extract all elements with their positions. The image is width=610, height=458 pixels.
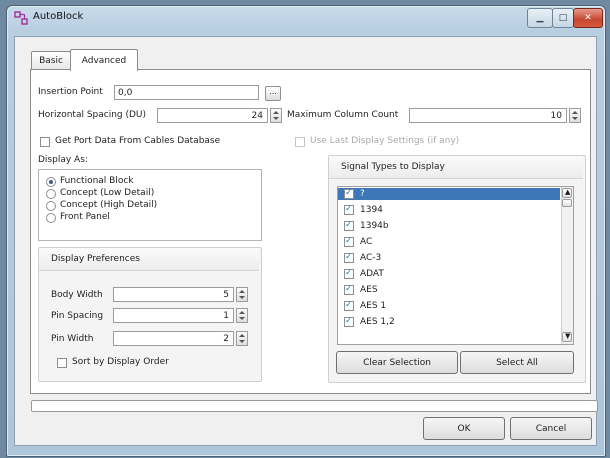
minimize-button[interactable]: ▁ [527,8,553,28]
pin-spacing-spinner[interactable] [236,308,248,323]
signal-type-label: AC [360,237,373,247]
pin-width-label: Pin Width [51,334,94,344]
option-front-panel: Front Panel [60,212,110,222]
sort-by-order-checkbox[interactable] [57,358,67,368]
radio-functional-block[interactable] [46,177,56,187]
signal-type-checkbox[interactable] [344,203,354,215]
signal-type-item[interactable]: 1394 [338,203,560,216]
insertion-point-browse-button[interactable]: ... [265,86,281,101]
pin-width-input[interactable]: 2 [113,331,234,346]
tab-basic[interactable]: Basic [31,51,71,70]
autoblock-app-icon [14,11,28,25]
title-bar[interactable] [6,5,604,29]
scroll-thumb[interactable] [562,199,572,207]
max-column-count-spinner[interactable] [569,108,581,123]
minimize-icon: ▁ [536,13,544,23]
scroll-up-button[interactable]: ▲ [562,188,572,198]
signal-type-checkbox[interactable] [344,219,354,231]
pin-width-spinner[interactable] [236,331,248,346]
sort-by-order-label: Sort by Display Order [72,357,169,367]
horizontal-spacing-spinner[interactable] [270,108,282,123]
max-column-count-label: Maximum Column Count [287,110,399,120]
signal-type-checkbox[interactable] [344,299,354,311]
signal-types-title: Signal Types to Display [341,162,445,172]
signal-type-checkbox[interactable] [344,187,354,199]
signal-list-scrollbar[interactable]: ▲ ▼ [561,187,573,344]
option-functional-block: Functional Block [60,176,134,186]
chevron-down-icon: ▼ [565,332,571,340]
signal-type-checkbox[interactable] [344,315,354,327]
close-icon: ✕ [584,13,592,23]
progress-bar [31,400,598,412]
max-column-count-input[interactable]: 10 [409,108,567,123]
get-port-data-label: Get Port Data From Cables Database [55,136,221,146]
cancel-button[interactable]: Cancel [510,417,592,440]
signal-type-label: AES [360,285,378,295]
signal-type-checkbox[interactable] [344,267,354,279]
clear-selection-button[interactable]: Clear Selection [336,351,458,374]
select-all-button[interactable]: Select All [460,351,574,374]
signal-type-label: AES 1 [360,301,387,311]
pin-spacing-input[interactable]: 1 [113,308,234,323]
signal-type-item[interactable]: AC [338,235,560,248]
maximize-button[interactable]: □ [552,8,574,28]
signal-type-item[interactable]: AES 1,2 [338,315,560,328]
horizontal-spacing-input[interactable]: 24 [157,108,268,123]
horizontal-spacing-label: Horizontal Spacing (DU) [38,110,147,120]
signal-type-item[interactable]: 1394b [338,219,560,232]
chevron-up-icon: ▲ [565,188,571,196]
insertion-point-label: Insertion Point [38,87,103,97]
use-last-display-checkbox[interactable] [295,137,305,147]
signal-type-label: AES 1,2 [360,317,395,327]
signal-type-checkbox[interactable] [344,251,354,263]
signal-type-checkbox[interactable] [344,283,354,295]
radio-concept-high[interactable] [46,201,56,211]
radio-concept-low[interactable] [46,189,56,199]
signal-type-item[interactable]: AES [338,283,560,296]
radio-front-panel[interactable] [46,213,56,223]
signal-type-item[interactable]: AES 1 [338,299,560,312]
signal-type-label: AC-3 [360,253,382,263]
insertion-point-input[interactable]: 0,0 [114,85,259,100]
option-concept-low: Concept (Low Detail) [60,188,155,198]
signal-type-item[interactable]: ? [338,187,560,200]
signal-type-item[interactable]: ADAT [338,267,560,280]
close-button[interactable]: ✕ [573,8,603,28]
signal-types-list[interactable]: ? 1394 1394b AC AC-3 ADAT AES AES 1 AES 1,2 ▲ ▼ [337,186,574,345]
use-last-display-label: Use Last Display Settings (if any) [310,136,460,146]
signal-type-label: 1394b [360,221,389,231]
signal-type-label: ? [360,189,365,199]
tab-advanced[interactable]: Advanced [70,49,138,71]
body-width-label: Body Width [51,290,103,300]
signal-type-checkbox[interactable] [344,235,354,247]
option-concept-high: Concept (High Detail) [60,200,158,210]
body-width-input[interactable]: 5 [113,287,234,302]
body-width-spinner[interactable] [236,287,248,302]
ok-button[interactable]: OK [423,417,505,440]
signal-type-item[interactable]: AC-3 [338,251,560,264]
scroll-down-button[interactable]: ▼ [562,332,572,342]
get-port-data-checkbox[interactable] [40,137,50,147]
maximize-icon: □ [558,13,568,23]
pin-spacing-label: Pin Spacing [51,311,104,321]
window-title: AutoBlock [33,11,84,22]
display-preferences-title: Display Preferences [51,254,140,264]
signal-type-label: ADAT [360,269,384,279]
signal-type-label: 1394 [360,205,383,215]
display-as-label: Display As: [38,155,88,165]
